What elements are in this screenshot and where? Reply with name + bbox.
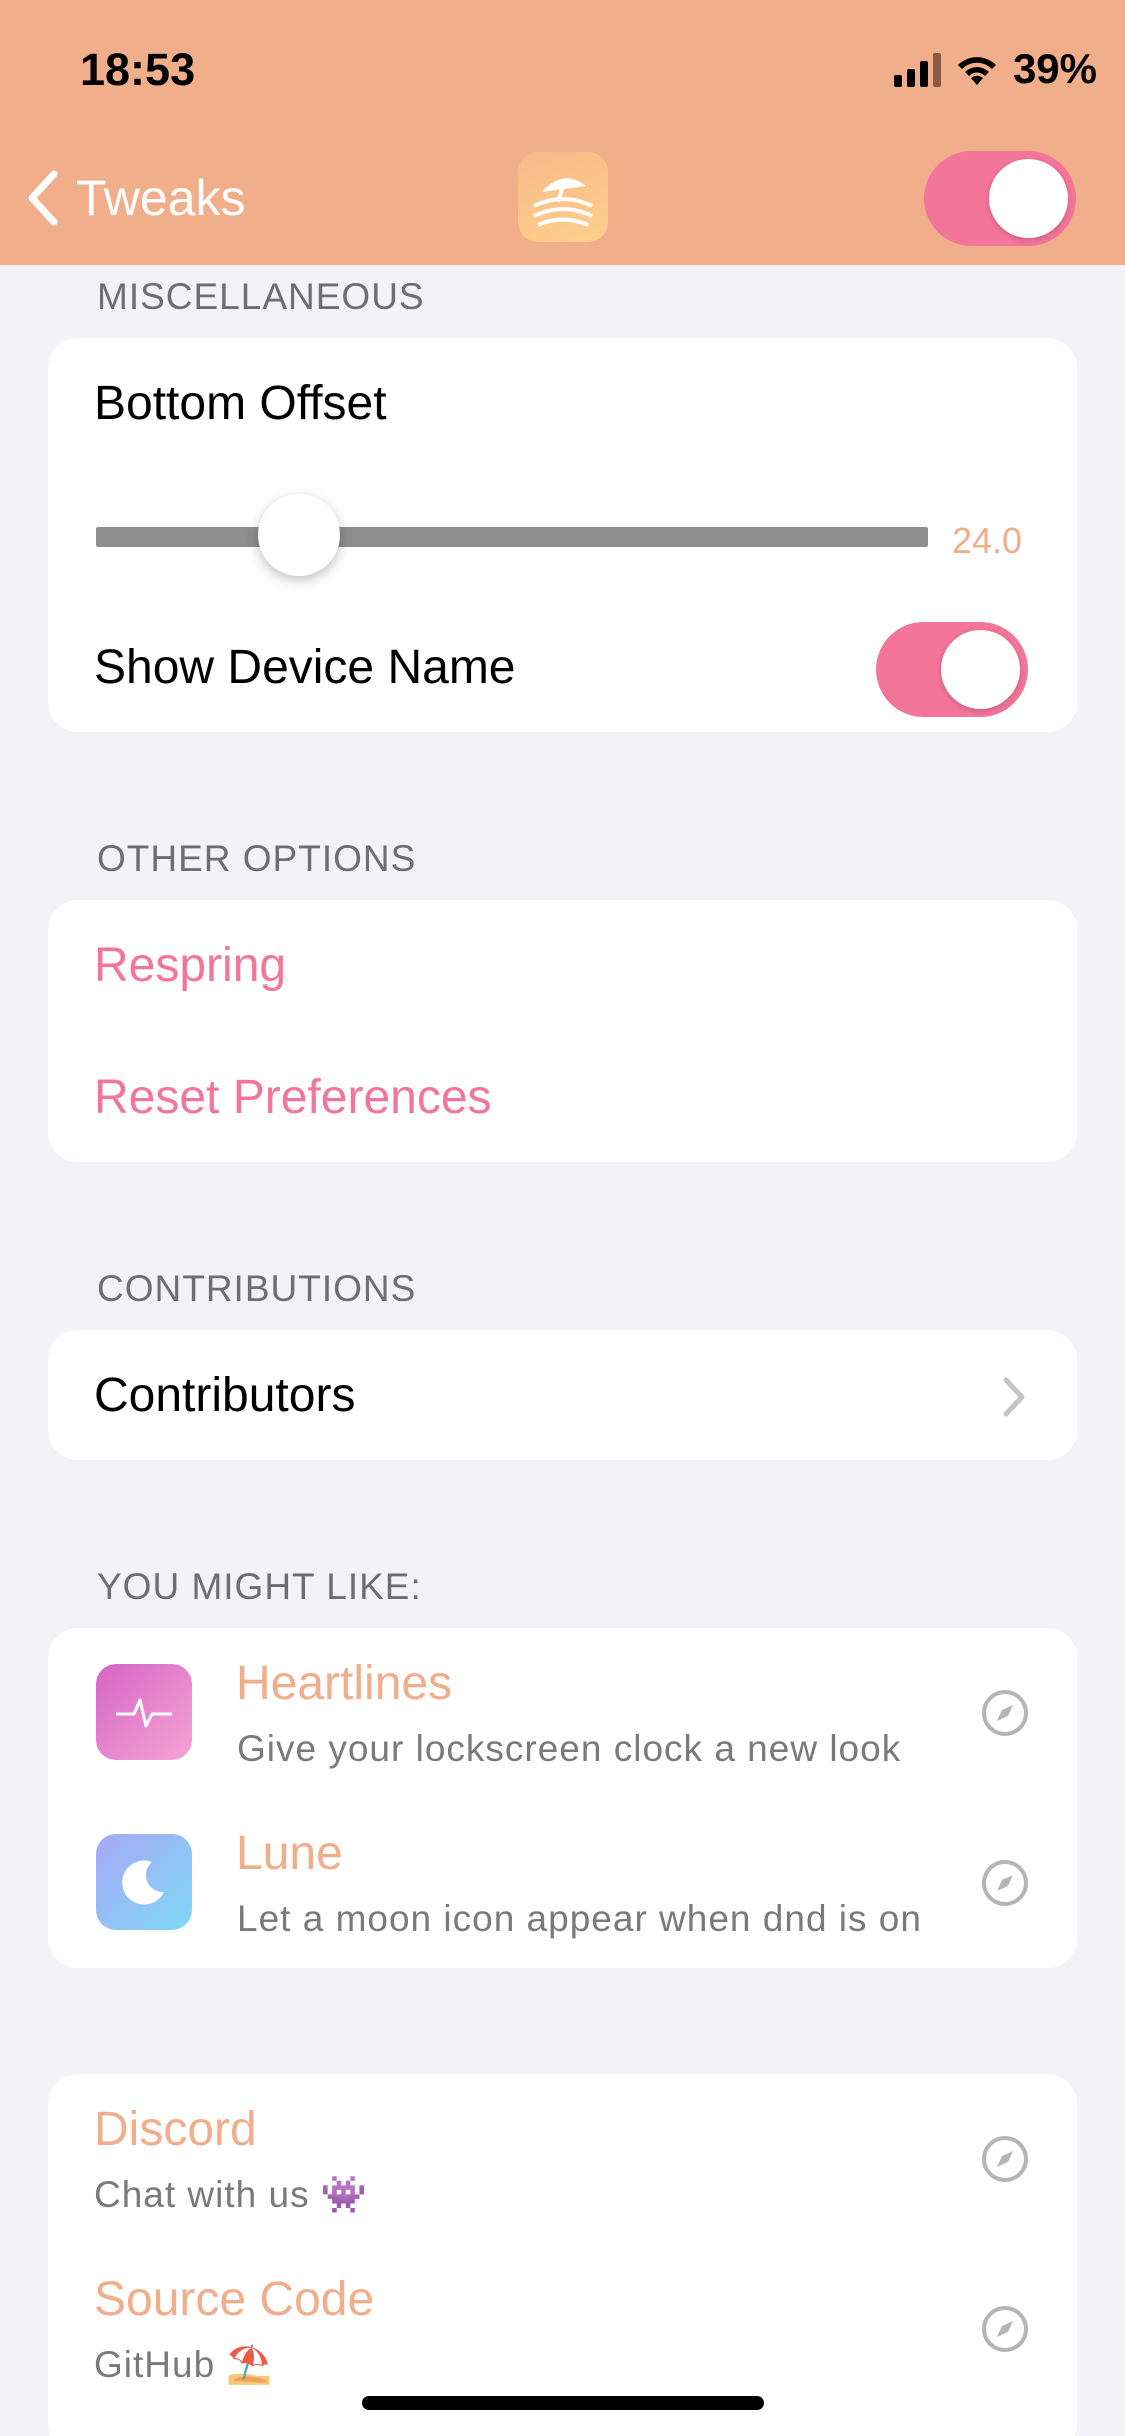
- bottom-offset-value: 24.0: [952, 520, 1023, 561]
- bottom-offset-label: Bottom Offset: [94, 377, 387, 430]
- toggle-knob: [941, 630, 1020, 709]
- source-code-title: Source Code: [94, 2273, 375, 2326]
- compass-icon: [982, 2136, 1028, 2182]
- lune-subtitle: Let a moon icon appear when dnd is on: [237, 1898, 922, 1939]
- respring-button[interactable]: Respring: [94, 938, 286, 993]
- compass-icon: [982, 1690, 1028, 1736]
- source-code-subtitle: GitHub ⛱️: [94, 2344, 274, 2385]
- show-device-name-label: Show Device Name: [94, 641, 516, 694]
- chevron-right-icon: [1003, 1377, 1025, 1417]
- back-button-label: Tweaks: [76, 170, 246, 226]
- reset-preferences-button[interactable]: Reset Preferences: [94, 1070, 492, 1125]
- compass-icon: [982, 2306, 1028, 2352]
- heartbeat-icon: [96, 1664, 192, 1760]
- section-title-contributions: CONTRIBUTIONS: [97, 1268, 417, 1309]
- wifi-icon: [957, 57, 996, 85]
- battery-percentage: 39%: [1012, 45, 1097, 92]
- bottom-offset-slider-thumb[interactable]: [258, 494, 340, 576]
- toggle-knob: [989, 159, 1068, 238]
- moon-icon: [96, 1834, 192, 1930]
- compass-icon: [982, 1860, 1028, 1906]
- discord-subtitle: Chat with us 👾: [94, 2174, 368, 2215]
- status-time: 18:53: [80, 44, 196, 95]
- nav-header: 18:53 39% Tweaks: [0, 0, 1125, 265]
- beach-umbrella-icon: [518, 152, 608, 242]
- discord-title: Discord: [94, 2103, 257, 2156]
- home-indicator[interactable]: [362, 2396, 764, 2410]
- back-button[interactable]: Tweaks: [22, 168, 246, 228]
- section-title-miscellaneous: MISCELLANEOUS: [97, 276, 425, 317]
- status-indicators: 39%: [893, 44, 1097, 94]
- heartlines-title: Heartlines: [236, 1657, 453, 1710]
- show-device-name-toggle[interactable]: [876, 622, 1028, 717]
- cellular-signal-icon: [893, 51, 941, 87]
- section-title-you-might-like: YOU MIGHT LIKE:: [97, 1566, 422, 1607]
- tweak-enabled-toggle[interactable]: [924, 151, 1076, 246]
- section-title-other-options: OTHER OPTIONS: [97, 838, 417, 879]
- heartlines-subtitle: Give your lockscreen clock a new look: [237, 1728, 902, 1769]
- contributors-label: Contributors: [94, 1369, 356, 1422]
- lune-title: Lune: [236, 1827, 343, 1880]
- chevron-left-icon: [28, 170, 58, 226]
- bottom-offset-slider-track[interactable]: [96, 527, 928, 547]
